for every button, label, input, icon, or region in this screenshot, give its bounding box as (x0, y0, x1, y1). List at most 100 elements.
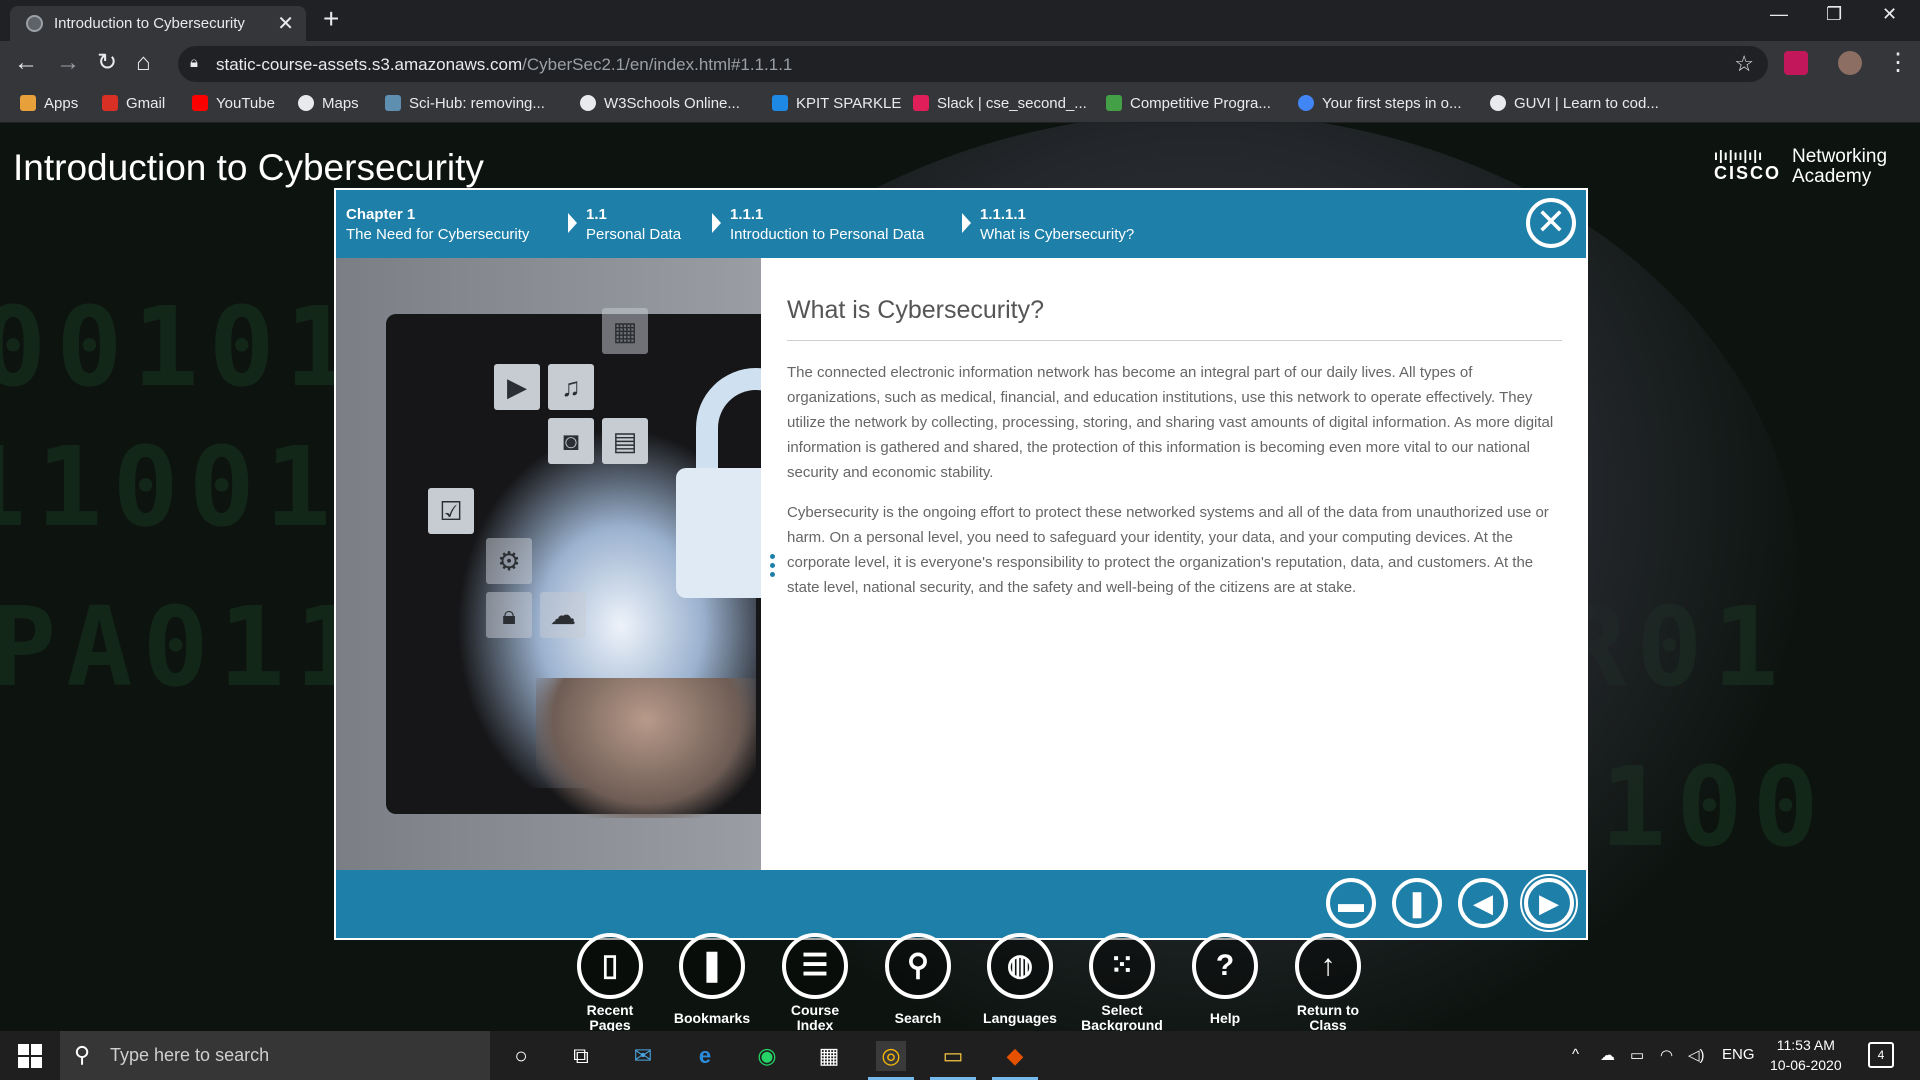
bookmark-competitive[interactable]: Competitive Progra... (1106, 95, 1271, 112)
globe-icon (1490, 95, 1506, 111)
breadcrumb-label: Personal Data (586, 226, 682, 243)
chrome-icon[interactable]: ◎ (868, 1041, 914, 1080)
forward-icon[interactable]: → (56, 49, 80, 77)
whatsapp-icon[interactable]: ◉ (752, 1041, 782, 1071)
edge-icon[interactable]: e (690, 1041, 720, 1071)
wifi-icon[interactable]: ◠ (1660, 1046, 1673, 1064)
battery-icon[interactable]: ▭ (1630, 1046, 1644, 1064)
notifications-icon[interactable]: 4 (1868, 1042, 1894, 1068)
bookmark-icon: ❚ (1406, 888, 1428, 918)
bookmark-label: Slack | cse_second_... (937, 95, 1087, 112)
menu-kebab-icon[interactable]: ⋮ (1886, 49, 1910, 77)
git-icon[interactable]: ◆ (992, 1041, 1038, 1080)
title-divider (787, 340, 1562, 341)
bookmark-kpit[interactable]: KPIT SPARKLE (772, 95, 901, 112)
search-button[interactable]: ⚲ Search (868, 933, 968, 1026)
padlock-small-icon: 🔒︎ (486, 592, 532, 638)
show-hidden-icons-icon[interactable]: ^ (1572, 1046, 1579, 1063)
bookmark-google[interactable]: Your first steps in o... (1298, 95, 1462, 112)
arrow-right-icon: ▶ (1539, 888, 1559, 918)
breadcrumb-number: 1.1 (586, 206, 607, 223)
breadcrumb-topic[interactable]: 1.1.1 Introduction to Personal Data (730, 205, 924, 245)
notification-count: 4 (1877, 1048, 1885, 1062)
minimize-icon[interactable]: — (1770, 4, 1788, 25)
search-icon: ⚲ (885, 933, 951, 999)
breadcrumb-arrow-icon (962, 213, 971, 233)
store-icon[interactable]: ▦ (814, 1041, 844, 1071)
slack-icon (913, 95, 929, 111)
bookmark-slack[interactable]: Slack | cse_second_... (913, 95, 1087, 112)
bookmark-apps[interactable]: Apps (20, 95, 78, 112)
taskbar-clock[interactable]: 11:53 AM 10-06-2020 (1770, 1035, 1842, 1075)
previous-page-button[interactable]: ◀ (1458, 878, 1508, 928)
bookmark-w3schools[interactable]: W3Schools Online... (580, 95, 740, 112)
close-modal-button[interactable]: ✕ (1526, 198, 1576, 248)
cloud-icon: ☁ (540, 592, 586, 638)
padlock-image (676, 368, 761, 598)
content-paragraph-2: Cybersecurity is the ongoing effort to p… (787, 504, 1549, 596)
course-index-button[interactable]: ☰ Course Index (765, 933, 865, 1033)
gear-icon: ⚙ (486, 538, 532, 584)
taskbar-search-placeholder: Type here to search (110, 1045, 270, 1065)
new-tab-button[interactable]: + (323, 4, 339, 34)
next-page-button[interactable]: ▶ (1520, 874, 1578, 932)
return-to-class-button[interactable]: ↑ Return to Class (1278, 933, 1378, 1033)
hackerearth-icon (1106, 95, 1122, 111)
browser-titlebar: Introduction to Cybersecurity ✕ + — ❐ ✕ (0, 0, 1920, 41)
languages-button[interactable]: ◍ Languages (970, 933, 1070, 1026)
file-explorer-icon[interactable]: ▭ (930, 1041, 976, 1080)
restore-icon[interactable]: ❐ (1826, 4, 1842, 25)
profile-avatar[interactable] (1838, 51, 1862, 75)
grid-dots-icon: ⁙ (1089, 933, 1155, 999)
breadcrumb-section[interactable]: 1.1 Personal Data (586, 205, 681, 245)
breadcrumb-number: 1.1.1.1 (980, 206, 1026, 223)
language-indicator[interactable]: ENG (1722, 1046, 1755, 1063)
bookmarks-bar: Apps Gmail YouTube Maps Sci-Hub: removin… (0, 87, 1920, 123)
comment-button[interactable]: ▬ (1326, 878, 1376, 928)
recent-pages-button[interactable]: ▯ Recent Pages (560, 933, 660, 1033)
browser-tab[interactable]: Introduction to Cybersecurity ✕ (10, 6, 306, 41)
mail-icon[interactable]: ✉ (628, 1041, 658, 1071)
select-background-button[interactable]: ⁙ Select Background (1072, 933, 1172, 1033)
reload-icon[interactable]: ↻ (97, 49, 117, 77)
bookmark-label: Competitive Progra... (1130, 95, 1271, 112)
apps-grid-icon (20, 95, 36, 111)
breadcrumb-label: The Need for Cybersecurity (346, 226, 530, 243)
recent-pages-icon: ▯ (577, 933, 643, 999)
content-paragraph-1: The connected electronic information net… (787, 364, 1554, 481)
onedrive-icon[interactable]: ☁ (1600, 1046, 1615, 1064)
cortana-icon[interactable]: ○ (506, 1041, 536, 1071)
help-icon: ? (1192, 933, 1258, 999)
window-close-icon[interactable]: ✕ (1882, 4, 1897, 25)
breadcrumb-chapter[interactable]: Chapter 1 The Need for Cybersecurity (346, 205, 529, 245)
breadcrumb-label: What is Cybersecurity? (980, 226, 1135, 243)
cisco-bars-icon: ı|ı|ıı|ı|ı (1714, 147, 1764, 163)
taskbar-search-box[interactable]: ⚲ Type here to search (60, 1031, 490, 1080)
nav-label: Course (790, 1002, 840, 1018)
back-icon[interactable]: ← (14, 49, 38, 77)
bookmarks-button[interactable]: ❚ Bookmarks (662, 933, 762, 1026)
bookmark-icon: ❚ (679, 933, 745, 999)
tab-favicon-icon (26, 15, 43, 32)
bookmark-gmail[interactable]: Gmail (102, 95, 165, 112)
tab-close-icon[interactable]: ✕ (277, 11, 294, 36)
arrow-up-icon: ↑ (1295, 933, 1361, 999)
address-bar[interactable]: 🔒︎ static-course-assets.s3.amazonaws.com… (178, 46, 1768, 82)
drag-handle-icon[interactable] (770, 554, 776, 581)
windows-start-icon[interactable] (18, 1044, 42, 1068)
task-view-icon[interactable]: ⧉ (566, 1041, 596, 1071)
bookmark-guvi[interactable]: GUVI | Learn to cod... (1490, 95, 1659, 112)
help-button[interactable]: ? Help (1175, 933, 1275, 1026)
volume-icon[interactable]: ◁) (1688, 1046, 1705, 1064)
breadcrumb-page[interactable]: 1.1.1.1 What is Cybersecurity? (980, 205, 1134, 245)
bookmark-scihub[interactable]: Sci-Hub: removing... (385, 95, 545, 112)
bookmark-page-button[interactable]: ❚ (1392, 878, 1442, 928)
bookmark-maps[interactable]: Maps (298, 95, 359, 112)
url-text: static-course-assets.s3.amazonaws.com/Cy… (216, 55, 792, 75)
kpit-icon (772, 95, 788, 111)
modal-header: Chapter 1 The Need for Cybersecurity 1.1… (336, 190, 1586, 258)
bookmark-youtube[interactable]: YouTube (192, 95, 275, 112)
bookmark-star-icon[interactable]: ☆ (1734, 51, 1754, 77)
home-icon[interactable]: ⌂ (136, 49, 151, 77)
extension-pocket-icon[interactable] (1784, 51, 1808, 75)
